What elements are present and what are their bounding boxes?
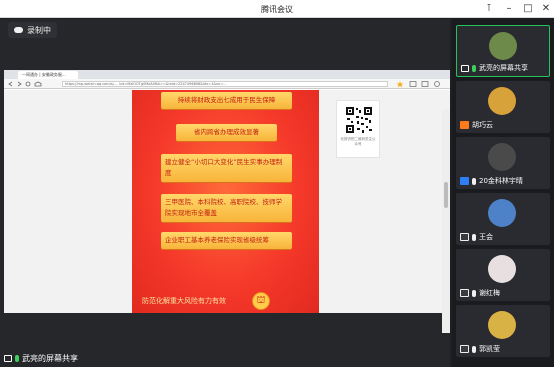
browser-tab[interactable]: 一网通办 | 安徽政务服... xyxy=(18,71,78,79)
mic-icon xyxy=(472,233,476,241)
mic-icon xyxy=(472,177,476,185)
participant-tile[interactable]: 郭凯莹 xyxy=(456,305,550,357)
participant-tile[interactable]: 胡巧云 xyxy=(456,81,550,133)
screen-icon xyxy=(460,233,469,241)
scrollbar-thumb[interactable] xyxy=(444,182,448,208)
cloud-icon xyxy=(14,27,23,33)
poster-item: 省内跨省办理成效显著 xyxy=(176,124,277,141)
browser-address-bar: https://mp.weixin.qq.com/s/.... biz=MzIO… xyxy=(4,79,450,89)
avatar xyxy=(488,255,516,283)
poster-item: 企业职工基本养老保险实现省级统筹 xyxy=(161,232,292,249)
poster: 持续将财政支出七成用于民生保障 省内跨省办理成效显著 建立健全“小切口大变化”民… xyxy=(132,90,319,313)
poster-footer-text: 防范化解重大风险有力有效 xyxy=(142,297,226,305)
title-bar: 腾讯会议 ⊺ – □ ✕ xyxy=(0,0,554,18)
participant-name: 王会 xyxy=(479,233,493,241)
recording-label: 录制中 xyxy=(27,25,51,35)
mic-icon xyxy=(472,345,476,353)
participant-name-row: 20金科林宇晴 xyxy=(460,176,523,186)
shared-screen: 一网通办 | 安徽政务服... https://mp.weixin.qq.com… xyxy=(4,70,450,333)
participant-name: 胡巧云 xyxy=(472,121,493,129)
user-icon xyxy=(460,177,469,185)
participant-name: 谢红梅 xyxy=(479,289,500,297)
url-field[interactable]: https://mp.weixin.qq.com/s/.... biz=MzIO… xyxy=(62,81,388,87)
share-label-text: 武亮的屏幕共享 xyxy=(22,354,78,363)
web-page: 持续将财政支出七成用于民生保障 省内跨省办理成效显著 建立健全“小切口大变化”民… xyxy=(4,90,450,333)
participant-name-row: 王会 xyxy=(460,232,493,242)
close-icon[interactable]: ✕ xyxy=(539,2,553,16)
mic-icon xyxy=(472,289,476,297)
poster-item: 持续将财政支出七成用于民生保障 xyxy=(161,92,292,109)
screen-icon xyxy=(460,345,469,353)
user-icon xyxy=(460,121,469,129)
screen-icon xyxy=(461,64,469,72)
share-label: 武亮的屏幕共享 xyxy=(4,353,78,364)
screen-icon xyxy=(4,355,12,362)
avatar xyxy=(488,87,516,115)
mic-icon xyxy=(15,355,19,362)
participant-name-row: 胡巧云 xyxy=(460,120,493,130)
mic-icon xyxy=(472,64,476,72)
participant-tile[interactable]: 武亮的屏幕共享 xyxy=(456,25,550,77)
qr-code-icon xyxy=(345,106,373,134)
emblem-icon: ⛫ xyxy=(252,292,270,310)
recording-indicator[interactable]: 录制中 xyxy=(8,22,57,38)
maximize-icon[interactable]: □ xyxy=(521,2,535,16)
poster-footer: 防范化解重大风险有力有效 ⛫ xyxy=(132,289,319,313)
nav-buttons-icon[interactable] xyxy=(8,81,44,87)
minimize-icon[interactable]: – xyxy=(502,2,516,16)
participant-tile[interactable]: 王会 xyxy=(456,193,550,245)
poster-item: 建立健全“小切口大变化”民生实事办理制度 xyxy=(161,154,292,182)
participant-tile[interactable]: 20金科林宇晴 xyxy=(456,137,550,189)
page-scrollbar[interactable] xyxy=(442,110,450,333)
qr-caption: 长按识别二维码关注公众号 xyxy=(340,137,376,146)
participant-name: 武亮的屏幕共享 xyxy=(479,64,528,72)
participant-name-row: 郭凯莹 xyxy=(460,344,500,354)
screen-icon xyxy=(460,289,469,297)
avatar xyxy=(489,32,517,60)
window-title: 腾讯会议 xyxy=(261,5,293,14)
participant-tile[interactable]: 谢红梅 xyxy=(456,249,550,301)
participant-name-row: 谢红梅 xyxy=(460,288,500,298)
browser-tab-bar: 一网通办 | 安徽政务服... xyxy=(4,70,450,79)
participant-name: 20金科林宇晴 xyxy=(479,177,523,185)
participant-list: 武亮的屏幕共享 胡巧云 20金科林宇晴 王会 谢红梅 郭凯莹 xyxy=(452,19,554,367)
avatar xyxy=(488,199,516,227)
participant-name: 郭凯莹 xyxy=(479,345,500,353)
browser-toolbar-icons[interactable] xyxy=(396,80,446,88)
avatar xyxy=(488,311,516,339)
participant-name-row: 武亮的屏幕共享 xyxy=(461,63,528,73)
pin-icon[interactable]: ⊺ xyxy=(482,2,496,16)
poster-item: 三甲医院、本科院校、高职院校、技师学院实现地市全覆盖 xyxy=(161,194,292,222)
avatar xyxy=(488,143,516,171)
qr-card: 长按识别二维码关注公众号 xyxy=(336,100,380,158)
